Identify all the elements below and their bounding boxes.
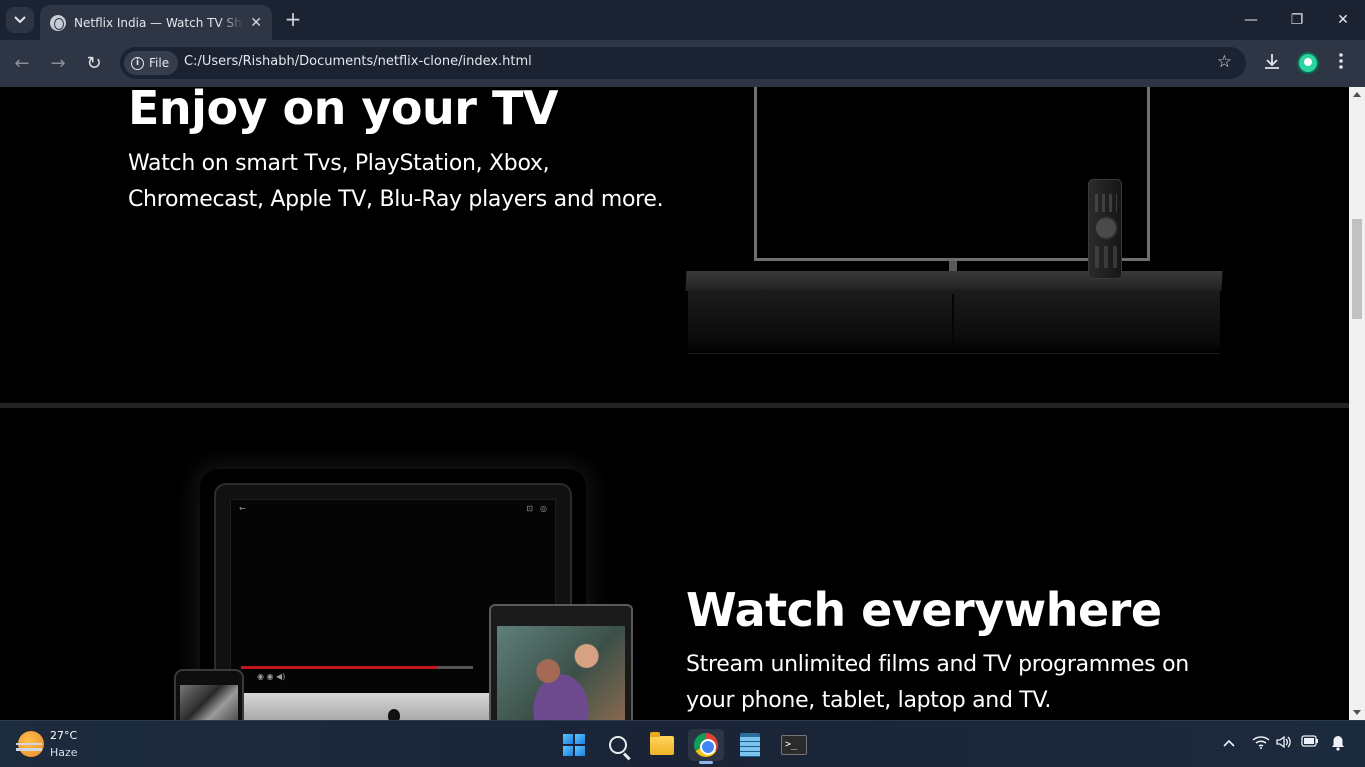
playback-controls-icon: ◉ ◉ ◀) [257,672,286,681]
back-button[interactable]: ← [9,50,35,76]
site-info-chip[interactable]: i File [124,51,179,75]
tv-cabinet-top [685,271,1223,291]
tv-heading: Enjoy on your TV [128,87,558,135]
profile-avatar[interactable] [1297,52,1319,74]
tab-search-button[interactable] [6,7,34,33]
browser-tab-active[interactable]: Netflix India — Watch TV Shows Online, W… [40,5,272,40]
restore-button[interactable]: ❐ [1274,0,1320,40]
active-indicator [699,761,713,764]
browser-toolbar: ← → ↻ i File C:/Users/Rishabh/Documents/… [0,40,1365,87]
notepad-button[interactable] [732,729,768,761]
download-icon[interactable] [1263,52,1281,74]
apple-logo-icon [388,709,400,720]
scheme-label: File [149,56,170,70]
folder-icon [650,731,674,755]
settings-icon: ◎ [540,504,547,513]
tab-title: Netflix India — Watch TV Shows Online, W… [74,15,244,30]
tv-description-line2: Chromecast, Apple TV, Blu-Ray players an… [128,187,664,212]
info-icon: i [131,56,144,70]
minimize-button[interactable]: — [1228,0,1274,40]
file-explorer-button[interactable] [644,729,680,761]
scroll-down-icon[interactable] [1353,710,1361,715]
back-arrow-icon: ← [239,504,246,513]
vertical-scrollbar[interactable] [1349,87,1365,720]
everywhere-heading: Watch everywhere [686,583,1162,637]
everywhere-description-line2: your phone, tablet, laptop and TV. [686,688,1052,713]
browser-tab-bar: Netflix India — Watch TV Shows Online, W… [0,0,1365,40]
scrollbar-thumb[interactable] [1352,219,1362,319]
forward-button[interactable]: → [45,50,71,76]
close-window-button[interactable]: ✕ [1320,0,1365,40]
wifi-icon[interactable] [1252,735,1270,753]
page-viewport: Enjoy on your TV Watch on smart Tvs, Pla… [0,87,1349,720]
tablet-device [489,604,633,720]
tab-close-button[interactable]: ✕ [250,15,262,31]
reload-button[interactable]: ↻ [81,50,107,76]
more-vert-icon[interactable] [1338,52,1344,74]
haze-weather-icon [16,731,44,757]
address-bar[interactable]: i File C:/Users/Rishabh/Documents/netfli… [120,47,1246,79]
taskbar: 27°C Haze >_ [0,720,1365,767]
section-divider [0,403,1349,408]
search-button[interactable] [600,729,636,761]
phone-device [174,669,244,720]
chrome-taskbar-button[interactable] [688,729,724,764]
tv-cabinet [688,290,1220,354]
weather-condition: Haze [50,746,78,759]
new-tab-button[interactable]: + [282,8,304,30]
search-icon [609,736,627,754]
chevron-up-icon[interactable] [1223,735,1235,751]
star-icon[interactable]: ☆ [1217,52,1232,72]
notepad-icon [740,733,760,757]
windows-logo-icon [563,734,585,756]
everywhere-description-line1: Stream unlimited films and TV programmes… [686,652,1189,677]
battery-icon[interactable] [1301,735,1319,751]
fullscreen-icon: ⊡ [526,504,533,513]
tv-description-line1: Watch on smart Tvs, PlayStation, Xbox, [128,151,550,176]
remote-control [1088,179,1122,279]
terminal-icon: >_ [781,735,807,755]
chevron-down-icon [14,16,26,24]
notification-bell-icon[interactable] [1331,735,1345,755]
globe-icon [50,14,66,31]
playback-progress [241,666,437,669]
url-text[interactable]: C:/Users/Rishabh/Documents/netflix-clone… [184,54,532,69]
tablet-video-frame [497,626,625,720]
start-button[interactable] [556,729,592,761]
scroll-up-icon[interactable] [1353,92,1361,97]
chrome-icon [694,733,718,757]
terminal-button[interactable]: >_ [776,729,812,761]
weather-temperature: 27°C [50,729,78,742]
volume-icon[interactable] [1276,735,1292,753]
